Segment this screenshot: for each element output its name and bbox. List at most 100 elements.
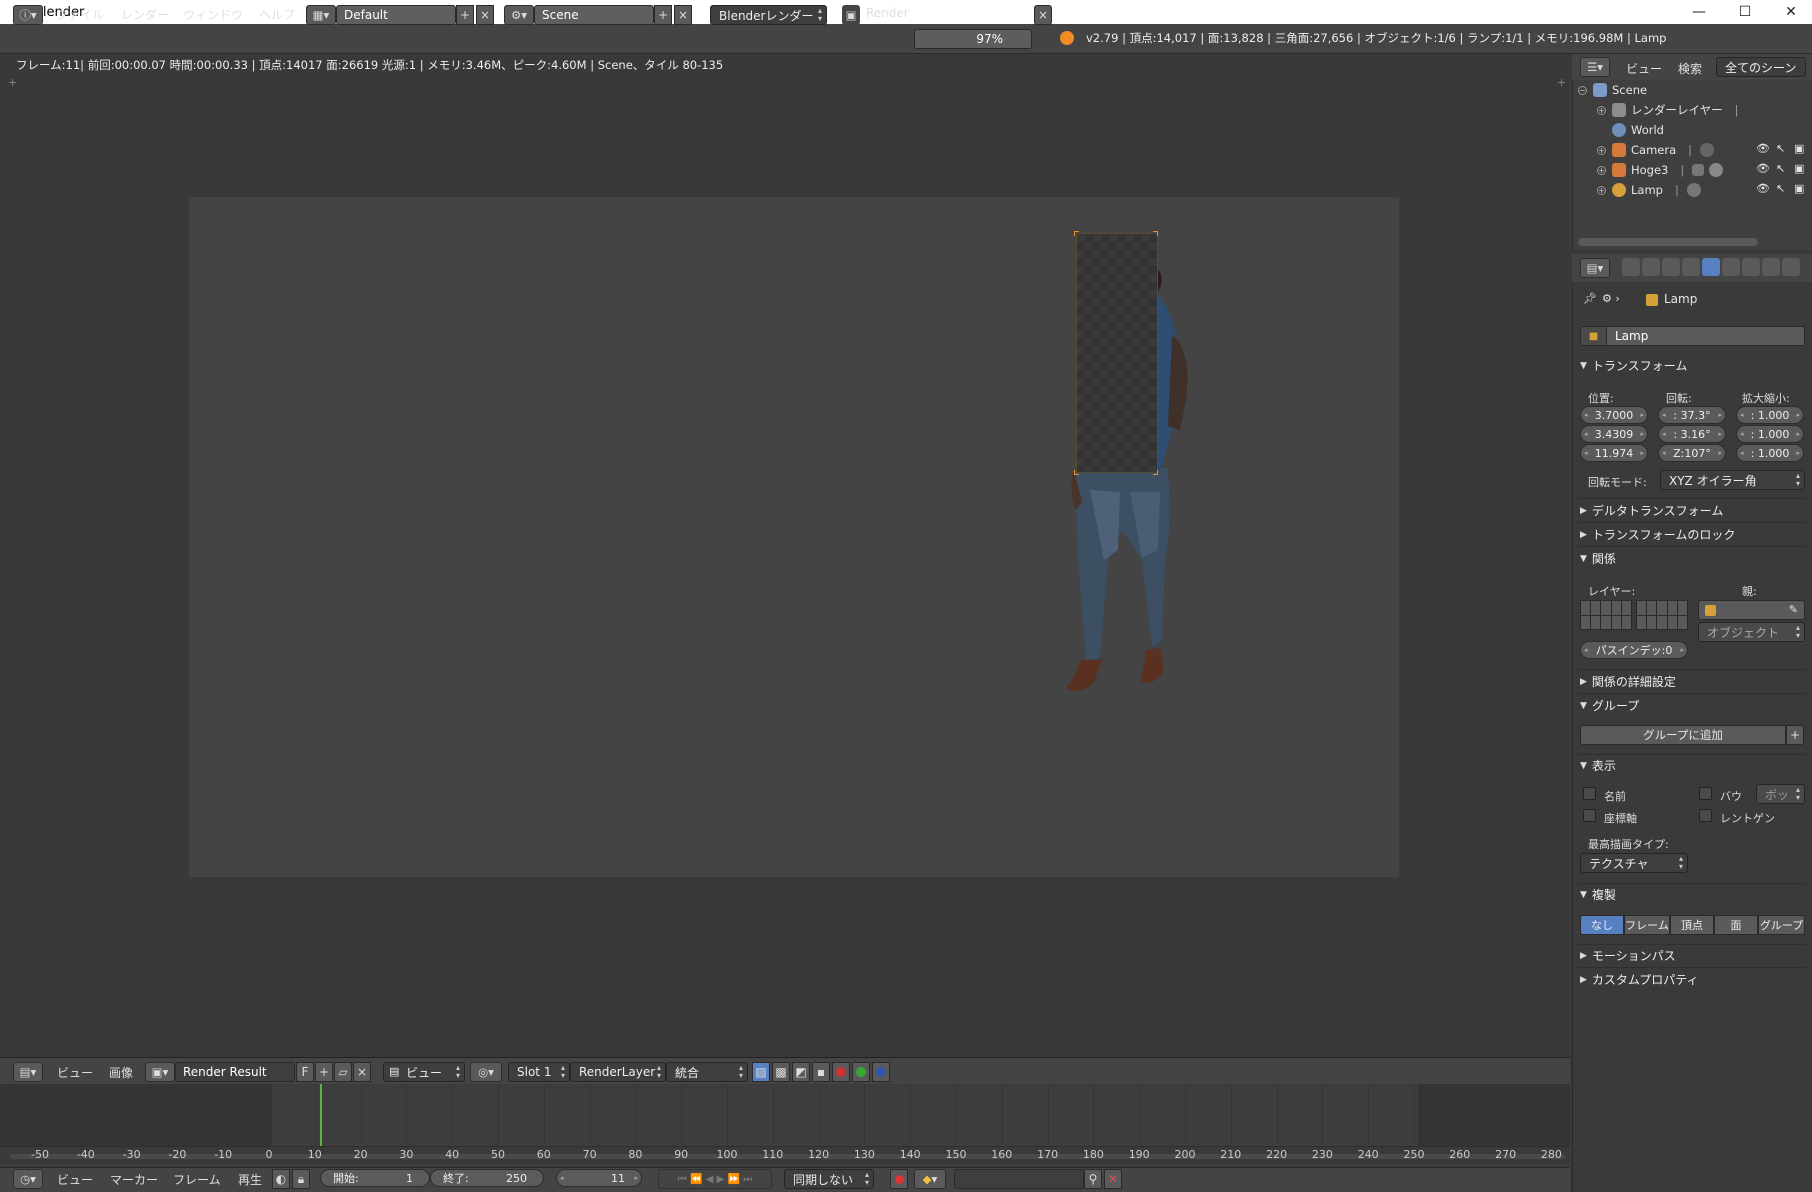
- slot-dropdown[interactable]: Slot 1 ▴ ▾: [508, 1062, 570, 1082]
- rotation-mode-dropdown[interactable]: XYZ オイラー角 ▴ ▾: [1660, 470, 1805, 490]
- dup-group-tab[interactable]: グループ: [1758, 915, 1805, 935]
- expand-icon[interactable]: +: [1597, 165, 1606, 175]
- current-frame-field[interactable]: ◂ 11 ▸: [556, 1169, 642, 1187]
- expand-icon[interactable]: +: [1597, 105, 1606, 115]
- section-custom-properties[interactable]: ▶ カスタムプロパティ: [1580, 971, 1698, 988]
- object-tab-icon[interactable]: [1702, 258, 1720, 276]
- image-menu-image[interactable]: 画像: [109, 1064, 133, 1081]
- region-plus-icon[interactable]: +: [8, 76, 17, 89]
- camera-visibility-eye-icon[interactable]: 👁︎: [1756, 142, 1770, 155]
- render-pass-dropdown[interactable]: 統合 ▴ ▾: [666, 1062, 748, 1082]
- display-name-checkbox[interactable]: [1583, 787, 1596, 800]
- section-relations-extras[interactable]: ▶ 関係の詳細設定: [1580, 673, 1676, 690]
- max-draw-type-dropdown[interactable]: テクスチャ ▴ ▾: [1580, 853, 1688, 873]
- draw-alpha-icon[interactable]: ▩: [772, 1062, 790, 1082]
- hoge3-visibility-eye-icon[interactable]: 👁︎: [1756, 162, 1770, 175]
- dup-verts-tab[interactable]: 頂点: [1670, 915, 1714, 935]
- add-to-group-button[interactable]: グループに追加: [1580, 725, 1786, 745]
- location-x-field[interactable]: ◂ 3.7000 ▸: [1580, 406, 1648, 424]
- collapse-icon[interactable]: −: [1578, 85, 1587, 95]
- lamp-select-cursor-icon[interactable]: ↖: [1776, 182, 1785, 195]
- dup-faces-tab[interactable]: 面: [1714, 915, 1758, 935]
- render-layer-dropdown[interactable]: RenderLayer ▴ ▾: [570, 1062, 666, 1082]
- menu-file[interactable]: ファイル: [56, 6, 104, 23]
- outliner-menu-search[interactable]: 検索: [1678, 60, 1702, 77]
- open-image-button[interactable]: ▱: [334, 1062, 352, 1082]
- location-y-field[interactable]: ◂ 3.4309 ▸: [1580, 425, 1648, 443]
- preview-range-icon[interactable]: ◐: [272, 1169, 290, 1189]
- lamp-data-tab-icon[interactable]: [1742, 258, 1760, 276]
- remove-scene-button[interactable]: ×: [674, 5, 692, 25]
- layer-grid-right[interactable]: [1636, 600, 1688, 630]
- playback-controls[interactable]: ⏮ ⏪ ◀ ▶ ⏩ ⏭: [658, 1169, 772, 1189]
- outliner-item-world[interactable]: World: [1612, 120, 1664, 140]
- editor-type-timeline-icon[interactable]: ◷▾: [13, 1169, 43, 1189]
- editor-type-outliner-icon[interactable]: ☰▾: [1580, 57, 1610, 77]
- editor-type-image-icon[interactable]: ▤▾: [13, 1062, 43, 1082]
- expand-icon[interactable]: +: [1597, 145, 1606, 155]
- image-menu-view[interactable]: ビュー: [57, 1064, 93, 1081]
- delete-keyframe-icon[interactable]: ✕: [1104, 1169, 1122, 1189]
- insert-keyframe-icon[interactable]: ⚲: [1084, 1169, 1102, 1189]
- editor-type-properties-icon[interactable]: ▤▾: [1580, 258, 1610, 278]
- outliner-scrollbar[interactable]: [1578, 238, 1758, 246]
- object-name-field[interactable]: ■ Lamp: [1580, 326, 1805, 346]
- rotation-y-field[interactable]: ◂: 3.16° ▸: [1658, 425, 1726, 443]
- unlink-image-button[interactable]: ×: [353, 1062, 371, 1082]
- view-mode-dropdown[interactable]: ▤ ビュー ▴ ▾: [383, 1062, 465, 1082]
- keying-set-icon[interactable]: ◆ ▾: [914, 1169, 946, 1189]
- section-transform[interactable]: ▼ トランスフォーム: [1580, 357, 1687, 374]
- fake-user-button[interactable]: F: [296, 1062, 314, 1082]
- add-scene-button[interactable]: +: [654, 5, 672, 25]
- render-tab-icon[interactable]: [1622, 258, 1640, 276]
- outliner-display-mode-dropdown[interactable]: 全てのシーン: [1716, 57, 1806, 77]
- red-channel-icon[interactable]: [832, 1062, 850, 1082]
- auto-keyframe-icon[interactable]: [890, 1169, 908, 1189]
- outliner-item-camera[interactable]: + Camera |: [1597, 140, 1715, 160]
- editor-type-info-icon[interactable]: ⓘ▾: [13, 5, 43, 25]
- camera-render-toggle-icon[interactable]: ▣: [1794, 142, 1804, 155]
- outliner-item-scene[interactable]: − Scene: [1578, 80, 1647, 100]
- parent-field[interactable]: ✎: [1698, 600, 1805, 620]
- world-tab-icon[interactable]: [1682, 258, 1700, 276]
- outliner-item-render-layers[interactable]: + レンダーレイヤー |: [1597, 100, 1739, 120]
- image-name-field[interactable]: Render Result: [175, 1062, 295, 1082]
- section-relations[interactable]: ▼ 関係: [1580, 550, 1616, 567]
- outliner-item-hoge3[interactable]: + Hoge3 |: [1597, 160, 1724, 180]
- add-layout-button[interactable]: +: [456, 5, 474, 25]
- object-browse-icon[interactable]: ■: [1581, 327, 1607, 345]
- outliner-item-lamp[interactable]: + Lamp |: [1597, 180, 1701, 200]
- dup-frames-tab[interactable]: フレーム: [1624, 915, 1670, 935]
- render-layers-tab-icon[interactable]: [1642, 258, 1660, 276]
- display-bounds-checkbox[interactable]: [1699, 787, 1712, 800]
- scene-icon[interactable]: ⚙▾: [504, 5, 534, 25]
- dup-none-tab[interactable]: なし: [1580, 915, 1624, 935]
- image-browse-icon[interactable]: ▣▾: [145, 1062, 175, 1082]
- rotation-z-field[interactable]: ◂ Z:107° ▸: [1658, 444, 1726, 462]
- pass-index-field[interactable]: ◂ パスインデッ:0 ▸: [1580, 641, 1688, 659]
- menu-render[interactable]: レンダー: [121, 6, 169, 23]
- constraints-tab-icon[interactable]: [1722, 258, 1740, 276]
- section-display[interactable]: ▼ 表示: [1580, 757, 1616, 774]
- lamp-render-toggle-icon[interactable]: ▣: [1794, 182, 1804, 195]
- menu-help[interactable]: ヘルプ: [259, 6, 295, 23]
- eyedropper-icon[interactable]: ✎: [1789, 603, 1798, 616]
- display-axis-checkbox[interactable]: [1583, 809, 1596, 822]
- remove-layout-button[interactable]: ×: [476, 5, 494, 25]
- lock-range-icon[interactable]: 🔒︎: [292, 1169, 310, 1189]
- screen-layout-field[interactable]: Default: [336, 5, 456, 25]
- outliner-menu-view[interactable]: ビュー: [1626, 60, 1662, 77]
- maximize-button[interactable]: ☐: [1722, 0, 1768, 24]
- draw-zbuffer-icon[interactable]: ◩: [792, 1062, 810, 1082]
- new-image-button[interactable]: +: [315, 1062, 333, 1082]
- render-engine-dropdown[interactable]: Blenderレンダー ▴ ▾: [710, 5, 827, 25]
- texture-tab-icon[interactable]: [1762, 258, 1780, 276]
- layer-grid-left[interactable]: [1580, 600, 1632, 630]
- rotation-x-field[interactable]: ◂: 37.3° ▸: [1658, 406, 1726, 424]
- pin-icon[interactable]: 📌︎: [1583, 292, 1597, 305]
- pivot-icon[interactable]: ◎▾: [470, 1062, 502, 1082]
- green-channel-icon[interactable]: [852, 1062, 870, 1082]
- minimize-button[interactable]: —: [1676, 0, 1722, 24]
- current-frame-marker[interactable]: [320, 1084, 322, 1146]
- physics-tab-icon[interactable]: [1782, 258, 1800, 276]
